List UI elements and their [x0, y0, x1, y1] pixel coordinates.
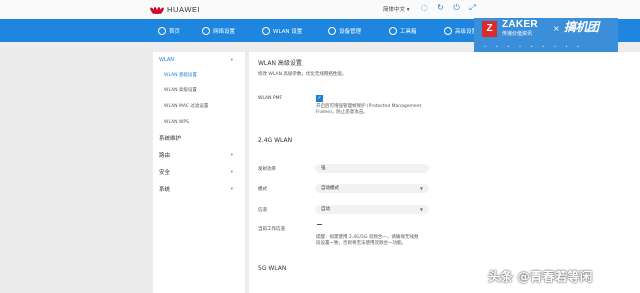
tx-power-field[interactable]: 强	[315, 164, 429, 173]
pmf-note-line-2: Frame)，防止恶意攻击。	[316, 110, 368, 115]
channel-value: 自动	[321, 207, 330, 212]
main-panel: WLAN 高级设置 修改 WLAN 高级参数，优化无线网络性能。 WLAN PM…	[249, 52, 640, 293]
partner-logo: 搞机团	[564, 20, 599, 34]
toolbox-icon	[389, 26, 397, 35]
nav-label: WLAN 设置	[273, 28, 303, 35]
chat-icon[interactable]: ◌	[420, 3, 429, 13]
sidebar-item-label: 系统维护	[159, 136, 182, 142]
band-5-heading: 5G WLAN	[258, 265, 287, 272]
sidebar-item-label: WLAN 高级设置	[164, 88, 197, 93]
nav-label: 网络设置	[213, 28, 236, 35]
sidebar-item-label: WLAN MAC 过滤设置	[164, 104, 209, 109]
pmf-checkbox[interactable]: ✓	[316, 95, 323, 102]
badge-dots: • • • • • • • • •	[484, 44, 584, 49]
sidebar-item-wlan-basic[interactable]: WLAN 基础设置	[153, 69, 245, 81]
zaker-logo-icon: Z	[482, 21, 497, 37]
network-icon	[202, 26, 210, 35]
refresh-icon[interactable]: ↻	[436, 3, 445, 13]
nav-label: 设备管理	[339, 28, 362, 35]
mode-label: 模式	[258, 187, 267, 192]
brand-name: HUAWEI	[167, 5, 201, 14]
chevron-down-icon: ▾	[230, 186, 233, 192]
sidebar-item-label: WLAN	[159, 57, 175, 63]
sidebar-item-label: 系统	[159, 187, 171, 193]
pmf-label: WLAN PMF	[258, 96, 283, 101]
home-icon	[158, 26, 166, 35]
chevron-down-icon: ▼	[419, 186, 423, 191]
tx-power-value: 强	[321, 166, 326, 171]
language-select[interactable]: 简体中文 ▾	[383, 5, 410, 13]
page-title: WLAN 高级设置	[258, 60, 302, 67]
channel-label: 信道	[258, 208, 267, 213]
logout-icon[interactable]: ⏻	[452, 3, 461, 13]
expand-icon[interactable]: ⤢	[468, 3, 477, 13]
mode-select[interactable]: 自动模式 ▼	[315, 184, 429, 193]
nav-wlan[interactable]: WLAN 设置	[262, 19, 302, 42]
sidebar-item-wlan-mac[interactable]: WLAN MAC 过滤设置	[153, 100, 245, 112]
sidebar-item-maintenance[interactable]: 系统维护	[153, 132, 245, 144]
chevron-down-icon: ▼	[419, 207, 423, 212]
wifi-icon	[262, 26, 270, 35]
zaker-name: ZAKER	[502, 19, 538, 30]
current-channel-value: —	[317, 224, 322, 225]
nav-label: 首页	[169, 28, 181, 35]
zaker-slogan: 传递价值资讯	[502, 31, 533, 37]
current-channel-label: 当前工作信道	[258, 227, 285, 232]
devices-icon	[328, 26, 336, 35]
band-24-heading: 2.4G WLAN	[258, 137, 293, 144]
sidebar: WLAN ▾ WLAN 基础设置 WLAN 高级设置 WLAN MAC 过滤设置…	[153, 52, 245, 293]
nav-advanced[interactable]: 高级设置	[444, 19, 477, 42]
nav-network[interactable]: 网络设置	[202, 19, 235, 42]
nav-devices[interactable]: 设备管理	[328, 19, 361, 42]
sidebar-item-security[interactable]: 安全 ▾	[153, 166, 245, 178]
sidebar-item-wlan[interactable]: WLAN ▾	[153, 54, 245, 66]
chevron-down-icon: ▾	[230, 152, 233, 158]
sidebar-item-system[interactable]: 系统 ▾	[153, 183, 245, 195]
channel-select[interactable]: 自动 ▼	[315, 205, 429, 214]
sidebar-item-label: WLAN 基础设置	[164, 73, 197, 78]
times-mark: ×	[553, 24, 560, 33]
zaker-badge: Z ZAKER 传递价值资讯 × 搞机团 • • • • • • • • •	[474, 18, 618, 54]
chevron-down-icon: ▾	[230, 169, 233, 175]
sidebar-item-label: 路由	[159, 153, 171, 159]
nav-home[interactable]: 首页	[158, 19, 180, 42]
top-bar: HUAWEI 简体中文 ▾ ◌ ↻ ⏻ ⤢	[0, 0, 640, 19]
sidebar-item-routing[interactable]: 路由 ▾	[153, 149, 245, 161]
mode-value: 自动模式	[321, 186, 339, 191]
chevron-down-icon: ▾	[230, 57, 233, 63]
nav-toolbox[interactable]: 工具箱	[389, 19, 417, 42]
sidebar-item-label: WLAN WPS	[164, 119, 189, 125]
tx-power-label: 发射功率	[258, 167, 276, 172]
huawei-petal-icon	[149, 5, 165, 15]
sidebar-item-label: 安全	[159, 170, 171, 176]
sidebar-item-wlan-wps[interactable]: WLAN WPS	[153, 116, 245, 128]
channel-note-line-2: 段设置一致，否则将无法使用双频合一功能。	[316, 241, 406, 246]
watermark: 头条 @青春若等闲	[488, 269, 593, 284]
sidebar-item-wlan-advanced[interactable]: WLAN 高级设置	[153, 84, 245, 96]
gear-icon	[444, 26, 452, 35]
nav-label: 工具箱	[400, 28, 417, 35]
page-description: 修改 WLAN 高级参数，优化无线网络性能。	[258, 72, 347, 77]
huawei-logo: HUAWEI	[149, 5, 201, 15]
